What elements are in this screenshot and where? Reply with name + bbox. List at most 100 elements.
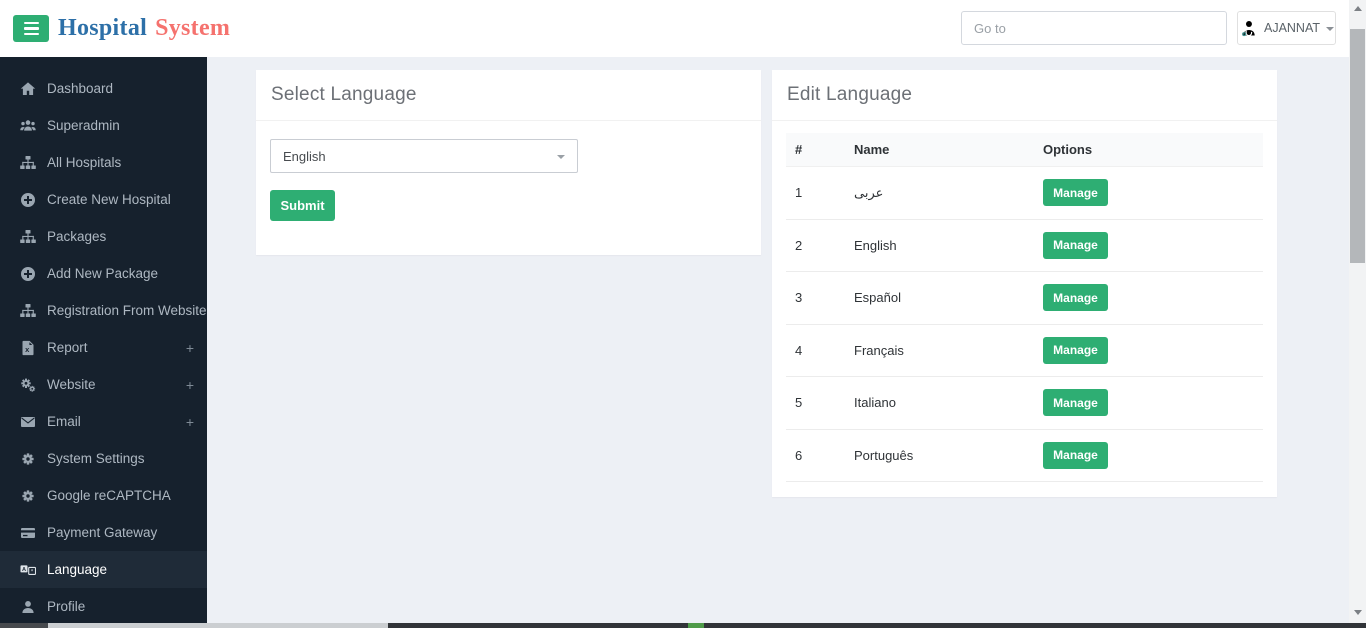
hamburger-icon	[23, 21, 39, 25]
language-name-cell: Español	[854, 290, 901, 306]
sidebar-item-profile[interactable]: Profile	[0, 588, 207, 625]
manage-button[interactable]: Manage	[1043, 179, 1108, 207]
sidebar-item-label: System Settings	[47, 451, 145, 466]
brand-accent: System	[155, 15, 231, 41]
manage-button[interactable]: Manage	[1043, 284, 1108, 312]
manage-button[interactable]: Manage	[1043, 231, 1108, 259]
sidebar-item-label: Report	[47, 340, 88, 355]
language-name-cell: عربى	[854, 184, 884, 200]
header: Hospital System AJANNAT	[0, 0, 1349, 57]
sidebar-item-label: Dashboard	[47, 81, 114, 96]
expand-plus-icon[interactable]: +	[186, 341, 194, 355]
expand-plus-icon[interactable]: +	[186, 378, 194, 392]
table-row: 3 Español Manage	[786, 272, 1263, 325]
scroll-up-arrow-icon[interactable]	[1349, 0, 1366, 17]
sidebar-item-website[interactable]: Website +	[0, 366, 207, 403]
language-number-cell: 4	[795, 342, 803, 358]
language-name-cell: Français	[854, 342, 904, 358]
sidebar-item-system-settings[interactable]: System Settings	[0, 440, 207, 477]
goto-search-input[interactable]	[961, 11, 1227, 45]
sidebar-item-label: Packages	[47, 229, 107, 244]
select-language-panel: Select Language English Submit	[256, 70, 761, 255]
scroll-down-arrow-icon[interactable]	[1349, 604, 1366, 621]
user-icon	[20, 599, 36, 615]
gear-icon	[20, 488, 36, 504]
sidebar-item-label: Website	[47, 377, 96, 392]
file-excel-icon	[20, 340, 36, 356]
table-row: 4 Français Manage	[786, 325, 1263, 377]
home-icon	[20, 81, 36, 97]
panel-title: Edit Language	[772, 70, 1277, 121]
cogs-icon	[20, 377, 36, 393]
sidebar-item-email[interactable]: Email +	[0, 403, 207, 440]
sidebar-item-label: Profile	[47, 599, 86, 614]
language-select-value: English	[283, 148, 326, 164]
expand-plus-icon[interactable]: +	[186, 415, 194, 429]
sidebar-item-label: Superadmin	[47, 118, 120, 133]
submit-button[interactable]: Submit	[270, 190, 335, 221]
sitemap-icon	[20, 155, 36, 171]
edit-language-panel: Edit Language # Name Options 1 عربى Mana…	[772, 70, 1277, 497]
table-row: 1 عربى Manage	[786, 167, 1263, 220]
sidebar-item-packages[interactable]: Packages	[0, 218, 207, 255]
gear-icon	[20, 451, 36, 467]
select-caret-icon	[557, 154, 565, 159]
language-name-cell: Português	[854, 447, 914, 463]
manage-button[interactable]: Manage	[1043, 441, 1108, 469]
column-header-number: #	[795, 142, 803, 157]
manage-button[interactable]: Manage	[1043, 336, 1108, 364]
language-number-cell: 5	[795, 395, 803, 411]
brand-primary: Hospital	[58, 15, 148, 41]
app-logo[interactable]: Hospital System	[58, 0, 230, 57]
sidebar-item-label: All Hospitals	[47, 155, 122, 170]
sidebar-item-label: Create New Hospital	[47, 192, 171, 207]
doctor-avatar-icon	[1239, 19, 1258, 38]
sidebar-item-dashboard[interactable]: Dashboard	[0, 70, 207, 107]
column-header-name: Name	[854, 142, 890, 157]
sidebar-item-label: Registration From Website	[47, 303, 207, 318]
vertical-scrollbar[interactable]	[1349, 0, 1366, 628]
sidebar-item-label: Email	[47, 414, 81, 429]
sidebar-item-registration-from-website[interactable]: Registration From Website	[0, 292, 207, 329]
plus-circle-icon	[20, 192, 36, 208]
email-icon	[20, 414, 36, 430]
sidebar-item-report[interactable]: Report +	[0, 329, 207, 366]
sidebar-item-superadmin[interactable]: Superadmin	[0, 107, 207, 144]
table-header-row: # Name Options	[786, 133, 1263, 167]
sidebar-item-all-hospitals[interactable]: All Hospitals	[0, 144, 207, 181]
language-name-cell: English	[854, 237, 897, 253]
sidebar-item-label: Payment Gateway	[47, 525, 158, 540]
language-name-cell: Italiano	[854, 395, 896, 411]
sitemap-icon	[20, 303, 36, 319]
sidebar-item-payment-gateway[interactable]: Payment Gateway	[0, 514, 207, 551]
user-menu-button[interactable]: AJANNAT	[1237, 11, 1336, 45]
language-number-cell: 2	[795, 237, 803, 253]
sitemap-icon	[20, 229, 36, 245]
sidebar-toggle-button[interactable]	[13, 15, 49, 42]
sidebar-item-label: Add New Package	[47, 266, 159, 281]
sidebar-item-label: Google reCAPTCHA	[47, 488, 171, 503]
sidebar-item-add-new-package[interactable]: Add New Package	[0, 255, 207, 292]
language-select[interactable]: English	[270, 139, 578, 173]
main-content: Select Language English Submit Edit Lang…	[207, 57, 1349, 628]
sidebar-item-google-recaptcha[interactable]: Google reCAPTCHA	[0, 477, 207, 514]
language-number-cell: 6	[795, 447, 803, 463]
manage-button[interactable]: Manage	[1043, 389, 1108, 417]
credit-card-icon	[20, 525, 36, 541]
sidebar-item-create-new-hospital[interactable]: Create New Hospital	[0, 181, 207, 218]
table-row: 2 English Manage	[786, 220, 1263, 272]
vertical-scrollbar-thumb[interactable]	[1350, 29, 1365, 263]
language-icon	[20, 562, 36, 578]
sidebar-item-language[interactable]: Language	[0, 551, 207, 588]
language-number-cell: 1	[795, 185, 803, 201]
users-icon	[20, 118, 36, 134]
sidebar-item-label: Language	[47, 562, 108, 577]
panel-title: Select Language	[256, 70, 761, 121]
table-row: 6 Português Manage	[786, 430, 1263, 482]
sidebar-nav: Dashboard Superadmin All Hospitals Creat…	[0, 57, 207, 628]
bottom-edge-strip	[0, 623, 1366, 628]
column-header-options: Options	[1043, 142, 1093, 157]
language-number-cell: 3	[795, 290, 803, 306]
chevron-down-icon	[1326, 26, 1335, 31]
user-name: AJANNAT	[1263, 21, 1321, 35]
